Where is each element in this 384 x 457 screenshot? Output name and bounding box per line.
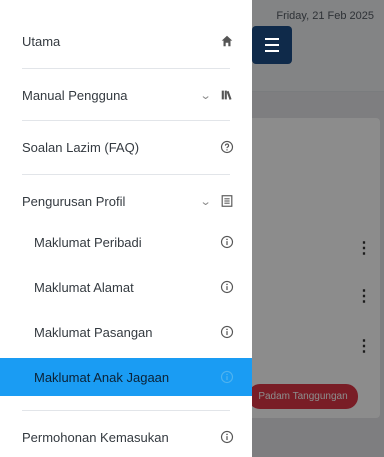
divider	[22, 410, 230, 411]
info-circle-icon	[220, 325, 234, 339]
sidebar-item-permohonan-kemasukan[interactable]: Permohonan Kemasukan	[0, 418, 252, 456]
info-circle-icon	[220, 280, 234, 294]
chevron-down-icon: ⌄	[199, 195, 212, 208]
sidebar-item-pengurusan-profil[interactable]: Pengurusan Profil ⌄	[0, 182, 252, 220]
divider	[22, 174, 230, 175]
sidebar-item-utama[interactable]: Utama	[0, 22, 252, 60]
sidebar-item-maklumat-pasangan[interactable]: Maklumat Pasangan	[0, 313, 252, 351]
sidebar-item-maklumat-alamat[interactable]: Maklumat Alamat	[0, 268, 252, 306]
sidebar-item-label: Maklumat Anak Jagaan	[34, 369, 170, 385]
sidebar-item-label: Maklumat Alamat	[34, 279, 134, 295]
chevron-down-icon: ⌄	[199, 89, 212, 102]
sidebar-item-label: Manual Pengguna	[22, 87, 128, 103]
sidebar-item-label: Utama	[22, 33, 61, 49]
sidebar-item-maklumat-peribadi[interactable]: Maklumat Peribadi	[0, 223, 252, 261]
sidebar-item-label: Maklumat Pasangan	[34, 324, 153, 340]
sidebar-item-faq[interactable]: Soalan Lazim (FAQ)	[0, 128, 252, 166]
question-circle-icon	[220, 140, 234, 154]
info-circle-icon	[220, 430, 234, 444]
books-icon	[221, 90, 232, 100]
home-icon	[221, 35, 233, 47]
sidebar-item-label: Permohonan Kemasukan	[22, 429, 169, 445]
sidebar-item-label: Maklumat Peribadi	[34, 234, 142, 250]
hamburger-icon	[265, 36, 279, 54]
side-menu: Utama Manual Pengguna ⌄ Soalan Lazim (FA…	[0, 0, 252, 457]
menu-toggle-button[interactable]	[252, 26, 292, 64]
info-circle-icon	[220, 235, 234, 249]
sidebar-item-maklumat-anak-jagaan[interactable]: Maklumat Anak Jagaan	[0, 358, 252, 396]
sidebar-item-label: Soalan Lazim (FAQ)	[22, 139, 140, 155]
divider	[22, 120, 230, 121]
divider	[22, 68, 230, 69]
document-list-icon	[221, 195, 233, 207]
info-circle-icon	[220, 370, 234, 384]
sidebar-item-manual-pengguna[interactable]: Manual Pengguna ⌄	[0, 76, 252, 114]
sidebar-item-label: Pengurusan Profil	[22, 193, 126, 209]
